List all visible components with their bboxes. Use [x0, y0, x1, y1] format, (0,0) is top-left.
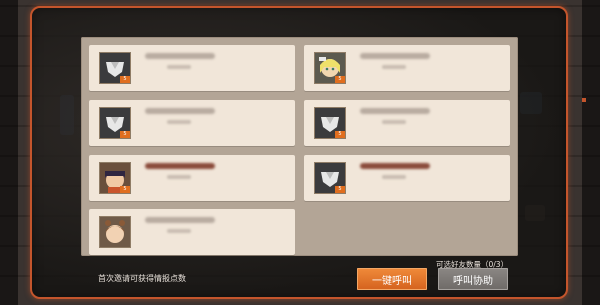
friend-name-blurred: [145, 163, 215, 169]
friend-card[interactable]: 5: [89, 45, 295, 91]
friend-status-blurred: [167, 120, 191, 124]
level-badge: 5: [120, 76, 130, 83]
friend-status-blurred: [167, 175, 191, 179]
friend-card[interactable]: 5: [304, 155, 510, 201]
portrait-art: [100, 217, 130, 247]
friend-name-blurred: [145, 108, 215, 114]
default-silhouette-icon: 5: [314, 162, 346, 194]
level-badge: 5: [120, 131, 130, 138]
friend-status-blurred: [382, 65, 406, 69]
friend-name-blurred: [360, 53, 430, 59]
friend-status-blurred: [382, 120, 406, 124]
friend-name-blurred: [145, 217, 215, 223]
friend-card[interactable]: 5: [304, 45, 510, 91]
call-all-button[interactable]: 一键呼叫: [357, 268, 427, 290]
friend-card[interactable]: [89, 209, 295, 255]
default-silhouette-icon: 5: [99, 107, 131, 139]
frame-ornament: [582, 98, 586, 102]
friend-name-blurred: [360, 163, 430, 169]
friend-name-blurred: [145, 53, 215, 59]
friend-card[interactable]: 5: [89, 100, 295, 146]
friend-name-blurred: [360, 108, 430, 114]
level-badge: 5: [120, 186, 130, 193]
call-assist-button[interactable]: 呼叫协助: [438, 268, 508, 290]
brown-hair-girl-portrait: [99, 216, 131, 248]
level-badge: 5: [335, 186, 345, 193]
blonde-girl-portrait: 5: [314, 52, 346, 84]
friend-status-blurred: [382, 175, 406, 179]
friend-status-blurred: [167, 229, 191, 233]
level-badge: 5: [335, 131, 345, 138]
friend-status-blurred: [167, 65, 191, 69]
friend-list-panel[interactable]: 5 5 5 5 5 5: [81, 37, 518, 256]
default-silhouette-icon: 5: [99, 52, 131, 84]
default-silhouette-icon: 5: [314, 107, 346, 139]
friend-card[interactable]: 5: [304, 100, 510, 146]
friend-card[interactable]: 5: [89, 155, 295, 201]
level-badge: 5: [335, 76, 345, 83]
dark-hair-girl-portrait: 5: [99, 162, 131, 194]
first-invite-hint: 首次邀请可获得情报点数: [98, 274, 186, 283]
